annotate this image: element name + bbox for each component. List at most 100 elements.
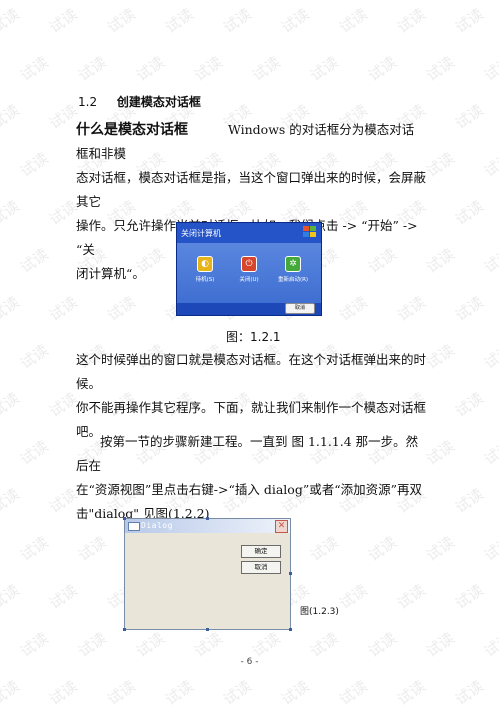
watermark-text: 试读 bbox=[422, 340, 458, 373]
shutdown-button[interactable]: ⏻ 关闭(U) bbox=[231, 256, 267, 283]
watermark-text: 试读 bbox=[103, 292, 139, 325]
dialog-editor-preview: Dialog ✕ 确定 取消 bbox=[123, 517, 292, 631]
watermark-text: 试读 bbox=[161, 4, 197, 37]
watermark-text: 试读 bbox=[422, 532, 458, 565]
shutdown-dialog-body: ◐ 待机(S) ⏻ 关闭(U) ✲ 重新启动(R) bbox=[177, 243, 321, 303]
watermark-text: 试读 bbox=[451, 292, 487, 325]
power-icon: ⏻ bbox=[241, 256, 257, 272]
watermark-text: 试读 bbox=[451, 580, 487, 613]
watermark-text: 试读 bbox=[16, 532, 52, 565]
resize-handle[interactable] bbox=[123, 628, 126, 631]
watermark-text: 试读 bbox=[451, 4, 487, 37]
watermark-text: 试读 bbox=[0, 196, 23, 229]
watermark-text: 试读 bbox=[480, 340, 499, 373]
watermark-text: 试读 bbox=[364, 52, 400, 85]
watermark-text: 试读 bbox=[364, 532, 400, 565]
shutdown-cancel-button[interactable]: 取消 bbox=[285, 303, 315, 314]
watermark-text: 试读 bbox=[219, 4, 255, 37]
watermark-text: 试读 bbox=[422, 52, 458, 85]
watermark-text: 试读 bbox=[0, 100, 23, 133]
watermark-text: 试读 bbox=[306, 532, 342, 565]
cancel-button[interactable]: 取消 bbox=[241, 561, 281, 574]
watermark-text: 试读 bbox=[103, 676, 139, 706]
section-heading: 1.2 创建模态对话框 bbox=[78, 93, 201, 110]
watermark-text: 试读 bbox=[480, 532, 499, 565]
page-number: - 6 - bbox=[240, 657, 259, 667]
ok-button[interactable]: 确定 bbox=[241, 545, 281, 558]
watermark-text: 试读 bbox=[393, 292, 429, 325]
intro-line2: 态对话框，模态对话框是指，当这个窗口弹出来的时候，会屏蔽其它 bbox=[76, 170, 427, 209]
watermark-text: 试读 bbox=[277, 676, 313, 706]
section-number: 1.2 bbox=[78, 95, 98, 109]
watermark-text: 试读 bbox=[16, 436, 52, 469]
standby-label: 待机(S) bbox=[195, 277, 215, 283]
close-icon[interactable]: ✕ bbox=[275, 520, 288, 533]
watermark-text: 试读 bbox=[480, 148, 499, 181]
watermark-text: 试读 bbox=[0, 388, 23, 421]
watermark-text: 试读 bbox=[335, 676, 371, 706]
standby-button[interactable]: ◐ 待机(S) bbox=[187, 256, 223, 283]
watermark-text: 试读 bbox=[45, 292, 81, 325]
window-icon bbox=[128, 522, 140, 531]
watermark-text: 试读 bbox=[45, 580, 81, 613]
standby-icon: ◐ bbox=[197, 256, 213, 272]
watermark-text: 试读 bbox=[335, 292, 371, 325]
resize-handle[interactable] bbox=[289, 572, 292, 575]
watermark-text: 试读 bbox=[16, 148, 52, 181]
shutdown-label: 关闭(U) bbox=[239, 277, 259, 283]
watermark-text: 试读 bbox=[480, 52, 499, 85]
watermark-text: 试读 bbox=[16, 52, 52, 85]
shutdown-dialog-footer: 取消 bbox=[177, 303, 321, 315]
shutdown-dialog-image: 关闭计算机 ◐ 待机(S) ⏻ 关闭(U) ✲ 重新启动(R) 取消 bbox=[176, 222, 322, 316]
watermark-text: 试读 bbox=[480, 436, 499, 469]
watermark-text: 试读 bbox=[16, 244, 52, 277]
resize-handle[interactable] bbox=[206, 517, 209, 520]
intro-lead: 什么是模态对话框 bbox=[76, 122, 188, 138]
watermark-text: 试读 bbox=[16, 340, 52, 373]
watermark-text: 试读 bbox=[0, 4, 23, 37]
watermark-text: 试读 bbox=[0, 292, 23, 325]
resize-handle[interactable] bbox=[206, 628, 209, 631]
para2-line1: 这个时候弹出的窗口就是模态对话框。在这个对话框弹出来的时候。 bbox=[76, 352, 427, 391]
watermark-text: 试读 bbox=[45, 4, 81, 37]
restart-label: 重新启动(R) bbox=[277, 277, 309, 283]
shutdown-dialog-title: 关闭计算机 bbox=[181, 229, 221, 238]
paragraph-3: 按第一节的步骤新建工程。一直到 图 1.1.1.4 那一步。然后在 在“资源视图… bbox=[76, 430, 426, 526]
restart-icon: ✲ bbox=[285, 256, 301, 272]
watermark-text: 试读 bbox=[393, 676, 429, 706]
watermark-text: 试读 bbox=[451, 388, 487, 421]
section-title: 创建模态对话框 bbox=[116, 95, 201, 109]
dialog-title: Dialog bbox=[141, 521, 173, 530]
para3-line2: 在“资源视图”里点击右键->“插入 dialog”或者“添加资源”再双 bbox=[76, 482, 422, 497]
watermark-text: 试读 bbox=[74, 532, 110, 565]
watermark-text: 试读 bbox=[451, 484, 487, 517]
resize-handle[interactable] bbox=[123, 517, 126, 520]
watermark-text: 试读 bbox=[132, 52, 168, 85]
watermark-text: 试读 bbox=[161, 676, 197, 706]
watermark-text: 试读 bbox=[0, 676, 23, 706]
watermark-text: 试读 bbox=[190, 52, 226, 85]
watermark-text: 试读 bbox=[393, 4, 429, 37]
watermark-text: 试读 bbox=[451, 196, 487, 229]
watermark-text: 试读 bbox=[277, 4, 313, 37]
watermark-text: 试读 bbox=[393, 580, 429, 613]
watermark-text: 试读 bbox=[103, 4, 139, 37]
watermark-text: 试读 bbox=[480, 244, 499, 277]
figure2-caption: 图(1.2.3) bbox=[300, 607, 339, 617]
watermark-text: 试读 bbox=[74, 52, 110, 85]
windows-logo-icon bbox=[303, 226, 317, 238]
watermark-text: 试读 bbox=[219, 676, 255, 706]
resize-handle[interactable] bbox=[289, 628, 292, 631]
watermark-text: 试读 bbox=[422, 244, 458, 277]
watermark-text: 试读 bbox=[335, 580, 371, 613]
para3-line1: 按第一节的步骤新建工程。一直到 图 1.1.1.4 那一步。然后在 bbox=[76, 434, 419, 473]
watermark-text: 试读 bbox=[248, 52, 284, 85]
watermark-text: 试读 bbox=[0, 484, 23, 517]
restart-button[interactable]: ✲ 重新启动(R) bbox=[275, 256, 311, 283]
watermark-text: 试读 bbox=[451, 676, 487, 706]
watermark-text: 试读 bbox=[422, 436, 458, 469]
watermark-text: 试读 bbox=[306, 52, 342, 85]
watermark-text: 试读 bbox=[0, 580, 23, 613]
watermark-text: 试读 bbox=[451, 100, 487, 133]
watermark-text: 试读 bbox=[335, 4, 371, 37]
